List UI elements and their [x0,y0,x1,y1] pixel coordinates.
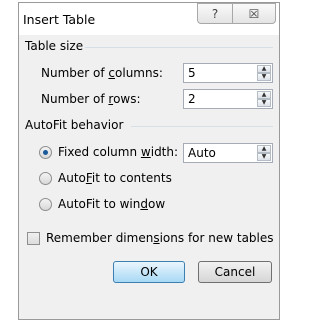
fixed-width-value[interactable]: Auto [188,146,216,160]
rows-value[interactable]: 2 [188,92,196,106]
dialog-body: Table size Number of columns: 5 ▲ ▼ Numb… [19,35,279,319]
columns-down-icon[interactable]: ▼ [257,73,271,81]
insert-table-dialog: Insert Table ? ☒ Table size Number of co… [18,2,280,320]
autofit-window-label[interactable]: AutoFit to window [58,197,165,211]
table-size-divider [85,47,273,48]
columns-spinner[interactable]: 5 ▲ ▼ [183,63,273,83]
autofit-divider [131,126,273,127]
autofit-heading: AutoFit behavior [25,118,124,132]
title-bar: Insert Table ? ☒ [19,3,279,35]
remember-dimensions-checkbox[interactable] [27,232,40,245]
rows-spinner[interactable]: 2 ▲ ▼ [183,89,273,109]
rows-down-icon[interactable]: ▼ [257,99,271,107]
cancel-button[interactable]: Cancel [198,261,272,283]
autofit-contents-radio[interactable] [39,172,52,185]
width-down-icon[interactable]: ▼ [257,153,271,161]
fixed-width-label[interactable]: Fixed column width: [58,145,178,159]
help-icon: ? [211,6,219,21]
close-button[interactable]: ☒ [232,3,276,24]
table-size-heading: Table size [25,39,84,53]
fixed-width-spinner[interactable]: Auto ▲ ▼ [183,143,273,163]
ok-button[interactable]: OK [113,261,185,283]
columns-up-icon[interactable]: ▲ [257,65,271,73]
close-icon: ☒ [248,6,260,21]
columns-value[interactable]: 5 [188,66,196,80]
autofit-contents-label[interactable]: AutoFit to contents [58,171,172,185]
columns-label: Number of columns: [41,66,163,80]
help-button[interactable]: ? [197,3,233,24]
autofit-window-radio[interactable] [39,198,52,211]
rows-label: Number of rows: [41,92,141,106]
remember-dimensions-label[interactable]: Remember dimensions for new tables [46,231,274,245]
fixed-width-radio[interactable] [39,146,52,159]
dialog-title: Insert Table [23,12,96,27]
width-up-icon[interactable]: ▲ [257,145,271,153]
rows-up-icon[interactable]: ▲ [257,91,271,99]
